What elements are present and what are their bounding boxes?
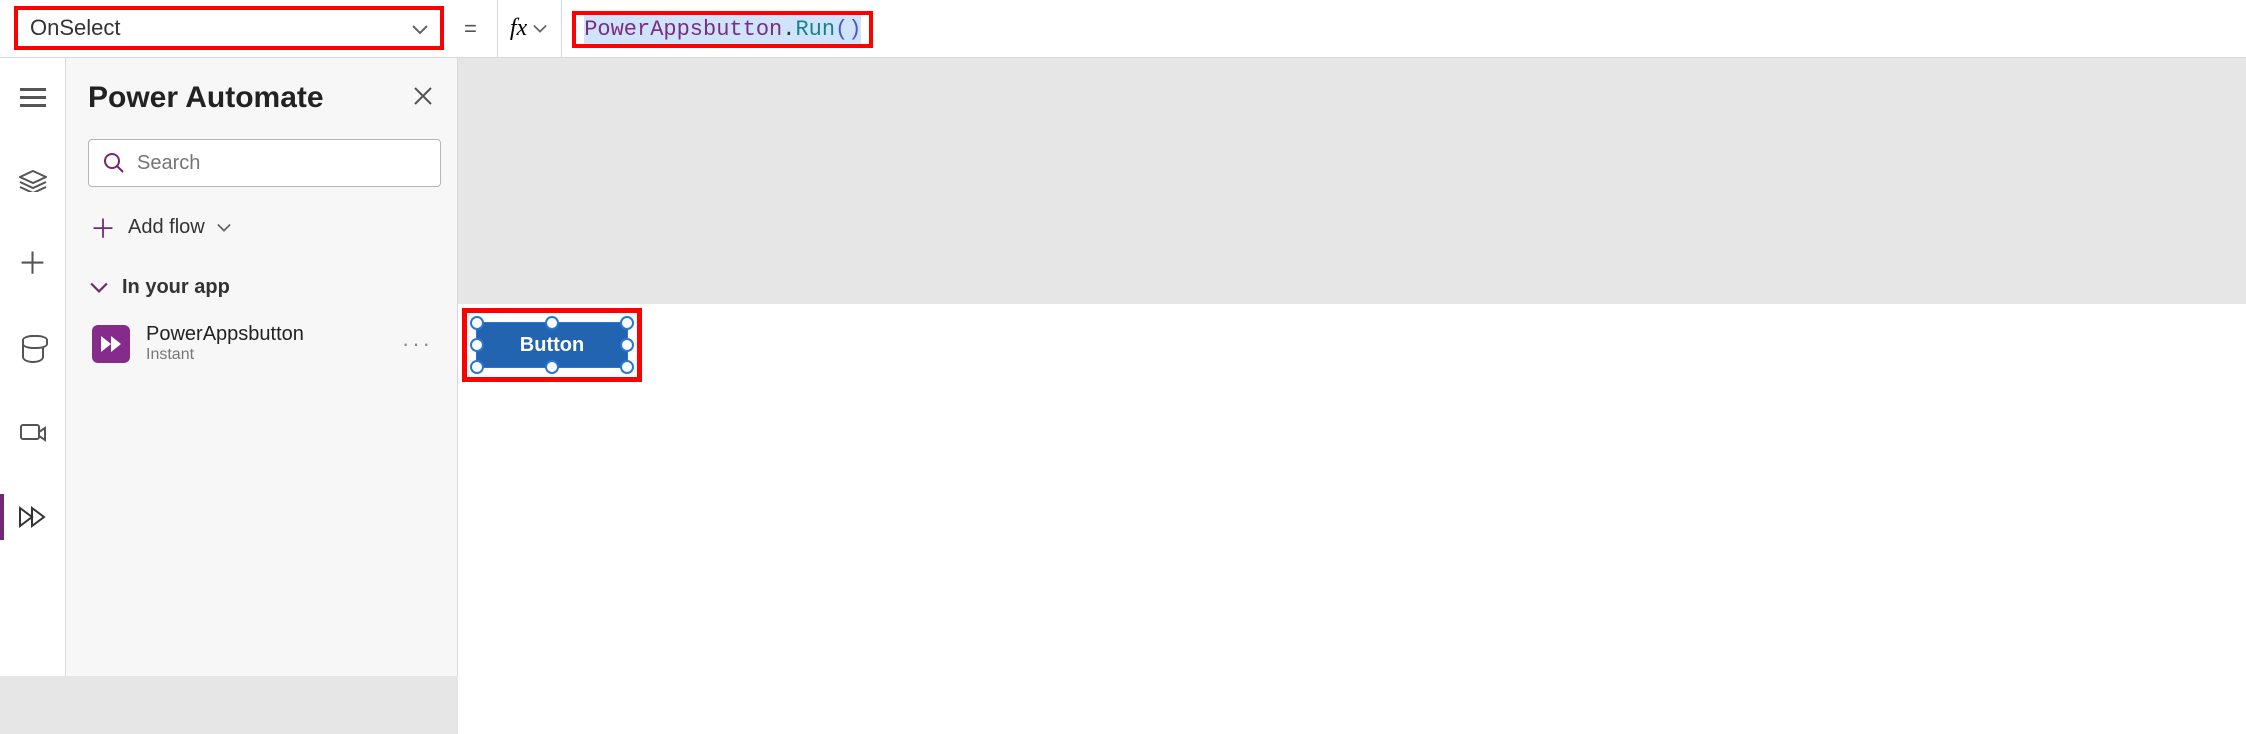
add-flow-label: Add flow bbox=[128, 216, 205, 239]
resize-handle-tr[interactable] bbox=[620, 316, 634, 330]
in-your-app-label: In your app bbox=[122, 276, 230, 299]
power-automate-button[interactable] bbox=[16, 500, 50, 534]
selected-control[interactable]: Button bbox=[477, 323, 627, 367]
data-button[interactable] bbox=[16, 332, 50, 366]
flow-subtitle: Instant bbox=[146, 346, 382, 364]
resize-handle-tm[interactable] bbox=[545, 316, 559, 330]
hamburger-button[interactable] bbox=[16, 80, 50, 114]
resize-handle-br[interactable] bbox=[620, 360, 634, 374]
resize-handle-bm[interactable] bbox=[545, 360, 559, 374]
plus-icon: ＋ bbox=[18, 250, 48, 280]
formula-highlight: PowerAppsbutton.Run() bbox=[572, 11, 873, 48]
chevron-down-icon bbox=[217, 223, 231, 233]
search-input[interactable] bbox=[137, 152, 426, 175]
property-name: OnSelect bbox=[30, 15, 121, 41]
database-icon bbox=[22, 335, 44, 363]
flow-more-button[interactable]: ··· bbox=[398, 327, 437, 361]
canvas-screen[interactable]: Button bbox=[458, 304, 2246, 734]
fx-icon: fx bbox=[510, 15, 527, 42]
equals-label: = bbox=[444, 0, 497, 57]
property-selector[interactable]: OnSelect bbox=[14, 6, 444, 50]
hamburger-icon bbox=[20, 88, 46, 107]
media-icon bbox=[20, 422, 46, 444]
formula-bar[interactable]: PowerAppsbutton.Run() bbox=[562, 0, 2246, 57]
flow-name: PowerAppsbutton bbox=[146, 323, 382, 346]
chevron-down-icon bbox=[90, 282, 108, 294]
resize-handle-ml[interactable] bbox=[470, 338, 484, 352]
layers-icon bbox=[19, 170, 47, 192]
in-your-app-section[interactable]: In your app bbox=[88, 276, 441, 299]
media-button[interactable] bbox=[16, 416, 50, 450]
close-button[interactable] bbox=[405, 78, 441, 117]
formula-object: PowerAppsbutton bbox=[584, 17, 782, 42]
formula-member: Run bbox=[795, 17, 835, 42]
canvas-background: Button bbox=[458, 58, 2246, 676]
close-icon bbox=[413, 86, 433, 106]
insert-button[interactable]: ＋ bbox=[16, 248, 50, 282]
resize-handle-bl[interactable] bbox=[470, 360, 484, 374]
resize-handle-tl[interactable] bbox=[470, 316, 484, 330]
add-flow-button[interactable]: ＋ Add flow bbox=[88, 205, 441, 250]
panel-title: Power Automate bbox=[88, 81, 324, 115]
power-automate-panel: Power Automate ＋ Add flow In your app Po… bbox=[66, 58, 458, 676]
flow-item[interactable]: PowerAppsbutton Instant ··· bbox=[88, 317, 441, 370]
resize-handle-mr[interactable] bbox=[620, 338, 634, 352]
button-annotation: Button bbox=[462, 308, 642, 382]
plus-icon: ＋ bbox=[90, 209, 116, 246]
search-box[interactable] bbox=[88, 139, 441, 187]
powerapps-flow-icon bbox=[92, 325, 130, 363]
chevron-down-icon bbox=[412, 15, 428, 41]
chevron-down-icon bbox=[533, 24, 547, 34]
tree-view-button[interactable] bbox=[16, 164, 50, 198]
search-icon bbox=[103, 152, 125, 174]
fx-expand-button[interactable]: fx bbox=[497, 0, 562, 57]
flow-icon bbox=[18, 506, 48, 528]
left-rail: ＋ bbox=[0, 58, 66, 676]
